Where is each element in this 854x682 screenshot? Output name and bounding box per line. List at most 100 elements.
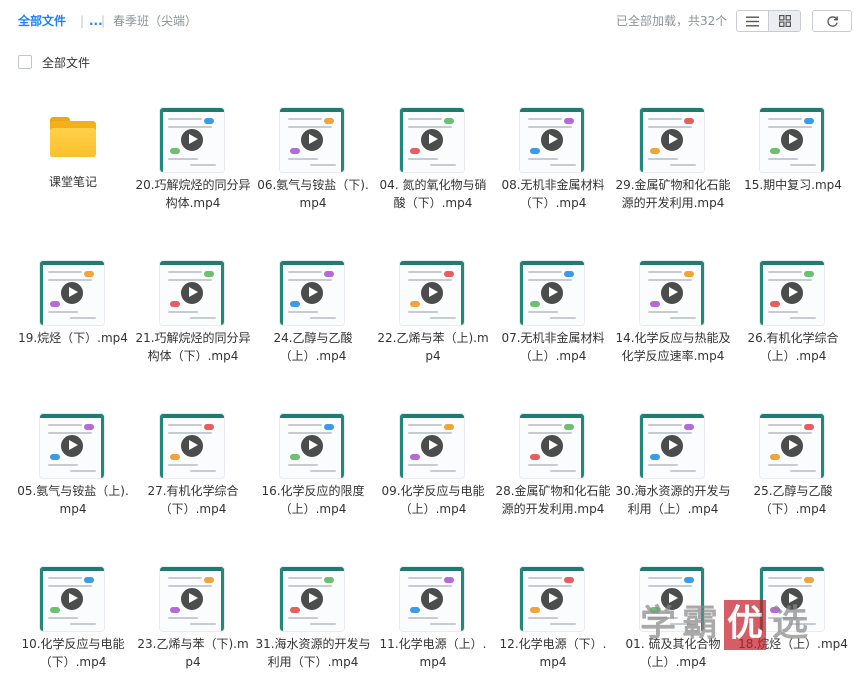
select-all-checkbox[interactable] xyxy=(18,55,32,69)
video-thumbnail xyxy=(640,414,704,478)
play-icon xyxy=(180,128,204,152)
video-thumbnail xyxy=(400,567,464,631)
video-thumbnail xyxy=(40,567,104,631)
video-file-item[interactable]: 12.化学电源（下）.mp4 xyxy=(494,559,612,682)
play-icon xyxy=(60,281,84,305)
video-thumbnail xyxy=(280,567,344,631)
play-icon xyxy=(60,587,84,611)
video-file-item[interactable]: 21.巧解烷烃的同分异构体（下）.mp4 xyxy=(134,253,252,393)
video-thumbnail xyxy=(40,414,104,478)
refresh-button[interactable] xyxy=(812,10,852,32)
video-file-item[interactable]: 05.氨气与铵盐（上).mp4 xyxy=(14,406,132,546)
play-icon xyxy=(540,281,564,305)
video-thumbnail xyxy=(400,108,464,172)
play-icon xyxy=(780,281,804,305)
video-thumbnail xyxy=(760,414,824,478)
file-name: 11.化学电源（上）.mp4 xyxy=(379,637,487,669)
folder-item[interactable]: 课堂笔记 xyxy=(14,100,132,240)
view-switch xyxy=(736,10,801,32)
file-name: 31.海水资源的开发与利用（下）.mp4 xyxy=(255,637,371,669)
video-file-item[interactable]: 16.化学反应的限度（上）.mp4 xyxy=(254,406,372,546)
video-file-item[interactable]: 25.乙醇与乙酸（下）.mp4 xyxy=(734,406,852,546)
video-file-item[interactable]: 11.化学电源（上）.mp4 xyxy=(374,559,492,682)
file-name: 20.巧解烷烃的同分异构体.mp4 xyxy=(135,178,251,210)
play-icon xyxy=(660,281,684,305)
play-icon xyxy=(540,434,564,458)
video-file-item[interactable]: 28.金属矿物和化石能源的开发利用.mp4 xyxy=(494,406,612,546)
video-thumbnail xyxy=(40,261,104,325)
watermark-char: 霸 xyxy=(682,602,719,644)
video-file-item[interactable]: 27.有机化学综合（下）.mp4 xyxy=(134,406,252,546)
video-thumbnail xyxy=(160,261,224,325)
file-name: 22.乙烯与苯（上).mp4 xyxy=(377,331,489,363)
video-thumbnail xyxy=(520,108,584,172)
video-file-item[interactable]: 06.氨气与铵盐（下).mp4 xyxy=(254,100,372,240)
file-name: 19.烷烃（下）.mp4 xyxy=(18,331,128,345)
video-file-item[interactable]: 30.海水资源的开发与利用（上）.mp4 xyxy=(614,406,732,546)
video-thumbnail xyxy=(520,567,584,631)
play-icon xyxy=(660,128,684,152)
file-name: 09.化学反应与电能（上）.mp4 xyxy=(381,484,485,516)
video-file-item[interactable]: 14.化学反应与热能及化学反应速率.mp4 xyxy=(614,253,732,393)
video-file-item[interactable]: 31.海水资源的开发与利用（下）.mp4 xyxy=(254,559,372,682)
file-name: 23.乙烯与苯（下).mp4 xyxy=(137,637,249,669)
play-icon xyxy=(180,281,204,305)
video-file-item[interactable]: 07.无机非金属材料（上）.mp4 xyxy=(494,253,612,393)
video-file-item[interactable]: 08.无机非金属材料（下）.mp4 xyxy=(494,100,612,240)
play-icon xyxy=(300,281,324,305)
video-file-item[interactable]: 23.乙烯与苯（下).mp4 xyxy=(134,559,252,682)
play-icon xyxy=(540,587,564,611)
file-name: 12.化学电源（下）.mp4 xyxy=(499,637,607,669)
list-view-button[interactable] xyxy=(737,11,768,31)
grid-view-button[interactable] xyxy=(768,11,800,31)
video-thumbnail xyxy=(520,414,584,478)
video-thumbnail xyxy=(760,261,824,325)
file-name: 25.乙醇与乙酸（下）.mp4 xyxy=(753,484,833,516)
watermark-char: 选 xyxy=(772,602,809,644)
video-file-item[interactable]: 09.化学反应与电能（上）.mp4 xyxy=(374,406,492,546)
file-name: 08.无机非金属材料（下）.mp4 xyxy=(501,178,605,210)
video-file-item[interactable]: 22.乙烯与苯（上).mp4 xyxy=(374,253,492,393)
grid-icon xyxy=(778,15,791,27)
folder-icon xyxy=(50,117,96,157)
file-name: 27.有机化学综合（下）.mp4 xyxy=(147,484,239,516)
video-thumbnail xyxy=(280,108,344,172)
file-name: 05.氨气与铵盐（上).mp4 xyxy=(17,484,129,516)
video-file-item[interactable]: 29.金属矿物和化石能源的开发利用.mp4 xyxy=(614,100,732,240)
video-file-item[interactable]: 15.期中复习.mp4 xyxy=(734,100,852,240)
file-name: 04. 氮的氧化物与硝酸（下）.mp4 xyxy=(379,178,487,210)
file-name: 06.氨气与铵盐（下).mp4 xyxy=(257,178,369,210)
list-icon xyxy=(746,16,760,26)
file-name: 26.有机化学综合（上）.mp4 xyxy=(747,331,839,363)
video-thumbnail xyxy=(160,567,224,631)
refresh-icon xyxy=(826,15,838,27)
file-name: 16.化学反应的限度（上）.mp4 xyxy=(261,484,365,516)
video-thumbnail xyxy=(400,261,464,325)
video-file-item[interactable]: 10.化学反应与电能（下）.mp4 xyxy=(14,559,132,682)
file-name: 14.化学反应与热能及化学反应速率.mp4 xyxy=(615,331,731,363)
watermark: 学霸优选 xyxy=(640,600,808,650)
top-bar: 全部文件 | ... | 春季班（尖端） 已全部加载，共32个 xyxy=(0,0,854,42)
video-thumbnail xyxy=(280,414,344,478)
file-name: 21.巧解烷烃的同分异构体（下）.mp4 xyxy=(135,331,251,363)
video-file-item[interactable]: 20.巧解烷烃的同分异构体.mp4 xyxy=(134,100,252,240)
video-file-item[interactable]: 26.有机化学综合（上）.mp4 xyxy=(734,253,852,393)
video-thumbnail xyxy=(400,414,464,478)
breadcrumb-separator: | xyxy=(80,14,85,28)
play-icon xyxy=(180,587,204,611)
breadcrumb-root[interactable]: 全部文件 xyxy=(18,13,66,29)
video-thumbnail xyxy=(640,108,704,172)
breadcrumb-current: 春季班（尖端） xyxy=(113,14,198,28)
select-all[interactable]: 全部文件 xyxy=(18,54,90,70)
play-icon xyxy=(60,434,84,458)
play-icon xyxy=(660,434,684,458)
video-file-item[interactable]: 04. 氮的氧化物与硝酸（下）.mp4 xyxy=(374,100,492,240)
video-file-item[interactable]: 19.烷烃（下）.mp4 xyxy=(14,253,132,393)
file-name: 15.期中复习.mp4 xyxy=(744,178,842,192)
file-name: 24.乙醇与乙酸（上）.mp4 xyxy=(273,331,353,363)
watermark-char: 学 xyxy=(640,602,677,644)
video-file-item[interactable]: 24.乙醇与乙酸（上）.mp4 xyxy=(254,253,372,393)
play-icon xyxy=(420,281,444,305)
play-icon xyxy=(420,587,444,611)
video-thumbnail xyxy=(520,261,584,325)
